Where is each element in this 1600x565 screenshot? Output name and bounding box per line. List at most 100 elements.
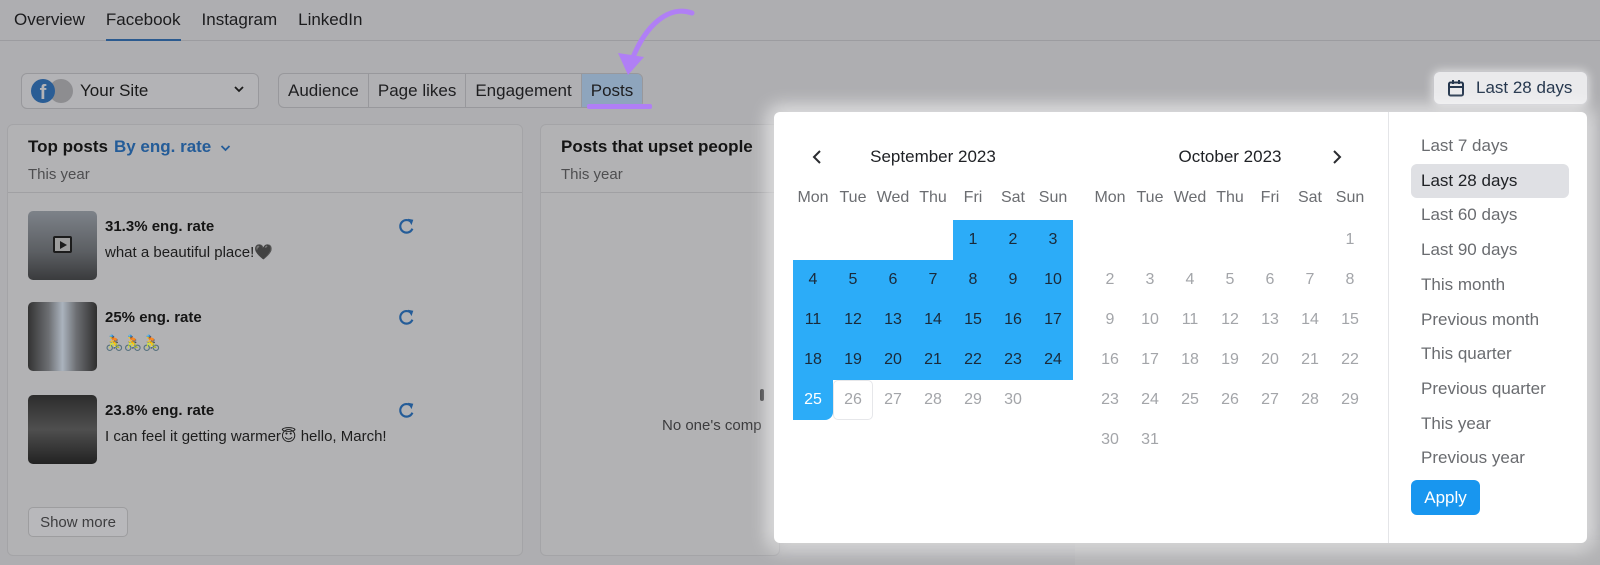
calendar-day[interactable]: 29 xyxy=(953,380,993,420)
post-eng-rate: 31.3% eng. rate xyxy=(105,218,215,235)
calendar-day[interactable]: 18 xyxy=(1170,340,1210,380)
calendar-day[interactable]: 1 xyxy=(953,220,993,260)
calendar-day[interactable]: 25 xyxy=(1170,380,1210,420)
calendar-day[interactable]: 28 xyxy=(913,380,953,420)
calendar-day[interactable]: 10 xyxy=(1033,260,1073,300)
preset-this-month[interactable]: This month xyxy=(1411,268,1569,302)
calendar-day[interactable]: 25 xyxy=(793,380,833,420)
preset-last-90-days[interactable]: Last 90 days xyxy=(1411,233,1569,267)
calendar-day[interactable]: 20 xyxy=(1250,340,1290,380)
calendar-day[interactable]: 27 xyxy=(1250,380,1290,420)
calendar-day[interactable]: 9 xyxy=(1090,300,1130,340)
tab-overview[interactable]: Overview xyxy=(14,10,85,40)
calendar-day[interactable]: 30 xyxy=(993,380,1033,420)
calendar-day[interactable]: 6 xyxy=(873,260,913,300)
calendar-day[interactable]: 2 xyxy=(993,220,1033,260)
post-text: what a beautiful place!🖤 xyxy=(105,244,273,261)
refresh-icon[interactable] xyxy=(398,308,416,326)
top-posts-header: Top posts By eng. rate This year xyxy=(8,125,522,193)
weekday-label: Thu xyxy=(919,189,947,206)
preset-this-quarter[interactable]: This quarter xyxy=(1411,337,1569,371)
calendar-day[interactable]: 21 xyxy=(913,340,953,380)
calendar-day[interactable]: 3 xyxy=(1033,220,1073,260)
calendar-day[interactable]: 13 xyxy=(873,300,913,340)
calendar-day[interactable]: 5 xyxy=(833,260,873,300)
preset-last-7-days[interactable]: Last 7 days xyxy=(1411,129,1569,163)
calendar-day[interactable]: 14 xyxy=(1290,300,1330,340)
calendar-day[interactable]: 18 xyxy=(793,340,833,380)
calendar-day[interactable]: 14 xyxy=(913,300,953,340)
calendar-day[interactable]: 8 xyxy=(953,260,993,300)
calendar-day[interactable]: 12 xyxy=(833,300,873,340)
calendar-day[interactable]: 13 xyxy=(1250,300,1290,340)
post-eng-rate: 23.8% eng. rate xyxy=(105,402,215,419)
calendar-day[interactable]: 5 xyxy=(1210,260,1250,300)
calendar-day[interactable]: 23 xyxy=(1090,380,1130,420)
calendar-day[interactable]: 15 xyxy=(1330,300,1370,340)
post-item[interactable]: 25% eng. rate 🚴🚴🚴 xyxy=(28,302,508,372)
calendar-day[interactable]: 11 xyxy=(793,300,833,340)
calendar-day[interactable]: 31 xyxy=(1130,420,1170,460)
preset-previous-quarter[interactable]: Previous quarter xyxy=(1411,372,1569,406)
calendar-day[interactable]: 8 xyxy=(1330,260,1370,300)
calendar-day[interactable]: 4 xyxy=(1170,260,1210,300)
calendar-day[interactable]: 27 xyxy=(873,380,913,420)
calendar-day[interactable]: 22 xyxy=(953,340,993,380)
sort-dropdown[interactable]: By eng. rate xyxy=(114,137,231,156)
refresh-icon[interactable] xyxy=(398,401,416,419)
calendar-day[interactable]: 30 xyxy=(1090,420,1130,460)
calendar-day[interactable]: 26 xyxy=(1210,380,1250,420)
calendar-day[interactable]: 16 xyxy=(1090,340,1130,380)
calendar-day[interactable]: 7 xyxy=(913,260,953,300)
calendar-day[interactable]: 16 xyxy=(993,300,1033,340)
calendar-day[interactable]: 12 xyxy=(1210,300,1250,340)
segment-page-likes[interactable]: Page likes xyxy=(369,74,467,107)
weekday-label: Sun xyxy=(1038,189,1068,206)
preset-this-year[interactable]: This year xyxy=(1411,407,1569,441)
calendar-day[interactable]: 22 xyxy=(1330,340,1370,380)
calendar-day[interactable]: 17 xyxy=(1130,340,1170,380)
calendar-day[interactable]: 15 xyxy=(953,300,993,340)
calendar-day[interactable]: 10 xyxy=(1130,300,1170,340)
apply-button[interactable]: Apply xyxy=(1411,480,1480,515)
calendar-day[interactable]: 24 xyxy=(1130,380,1170,420)
weekday-header: Mon Tue Wed Thu Fri Sat Sun xyxy=(1090,189,1370,207)
calendar-day[interactable]: 4 xyxy=(793,260,833,300)
calendar-day[interactable]: 23 xyxy=(993,340,1033,380)
segment-engagement[interactable]: Engagement xyxy=(466,74,582,107)
tab-linkedin[interactable]: LinkedIn xyxy=(298,10,362,40)
post-text: I can feel it getting warmer😇 hello, Mar… xyxy=(105,428,387,445)
preset-last-28-days[interactable]: Last 28 days xyxy=(1411,163,1569,198)
calendar-day[interactable]: 11 xyxy=(1170,300,1210,340)
calendar-day[interactable]: 1 xyxy=(1330,220,1370,260)
calendar-day[interactable]: 28 xyxy=(1290,380,1330,420)
show-more-button[interactable]: Show more xyxy=(28,507,128,537)
calendar-day[interactable]: 20 xyxy=(873,340,913,380)
calendar-day[interactable]: 26 xyxy=(833,380,873,420)
calendar-day[interactable]: 6 xyxy=(1250,260,1290,300)
calendar-day[interactable]: 24 xyxy=(1033,340,1073,380)
calendar-day[interactable]: 9 xyxy=(993,260,1033,300)
site-select[interactable]: f Your Site xyxy=(21,73,259,109)
month-title: September 2023 xyxy=(870,147,996,166)
refresh-icon[interactable] xyxy=(398,217,416,235)
preset-previous-month[interactable]: Previous month xyxy=(1411,303,1569,337)
segment-audience[interactable]: Audience xyxy=(279,74,369,107)
calendar-day[interactable]: 19 xyxy=(1210,340,1250,380)
calendar-day[interactable]: 2 xyxy=(1090,260,1130,300)
tab-facebook[interactable]: Facebook xyxy=(105,10,181,41)
month-title: October 2023 xyxy=(1178,147,1282,166)
calendar-day[interactable]: 29 xyxy=(1330,380,1370,420)
calendar-day[interactable]: 17 xyxy=(1033,300,1073,340)
post-item[interactable]: 23.8% eng. rate I can feel it getting wa… xyxy=(28,395,508,465)
calendar-day[interactable]: 3 xyxy=(1130,260,1170,300)
calendar-day[interactable]: 7 xyxy=(1290,260,1330,300)
preset-last-60-days[interactable]: Last 60 days xyxy=(1411,198,1569,232)
date-range-button[interactable]: Last 28 days xyxy=(1433,71,1588,105)
calendar-day[interactable]: 19 xyxy=(833,340,873,380)
calendar-day[interactable]: 21 xyxy=(1290,340,1330,380)
weekday-label: Sun xyxy=(1335,189,1365,206)
tab-instagram[interactable]: Instagram xyxy=(202,10,278,40)
preset-previous-year[interactable]: Previous year xyxy=(1411,441,1569,475)
post-item[interactable]: 31.3% eng. rate what a beautiful place!🖤 xyxy=(28,211,508,281)
